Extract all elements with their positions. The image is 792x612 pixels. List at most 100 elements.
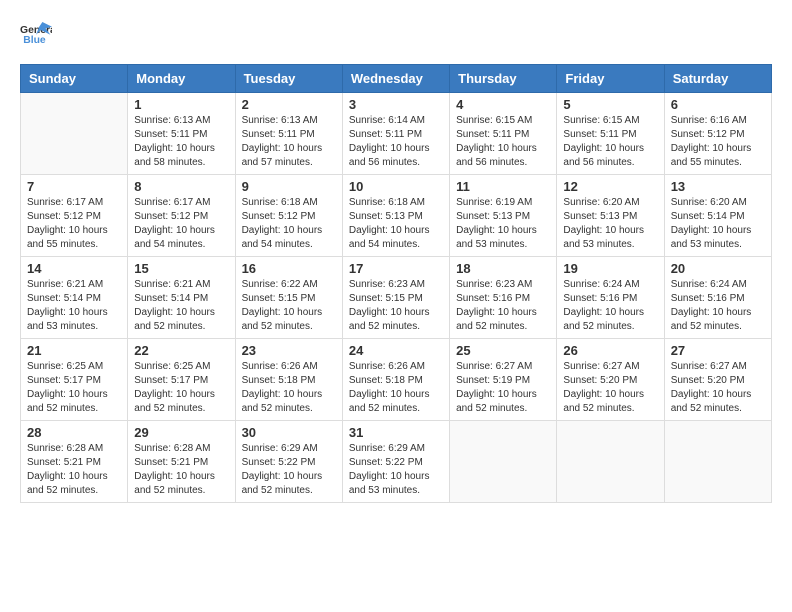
calendar-cell: 13 Sunrise: 6:20 AM Sunset: 5:14 PM Dayli… <box>664 175 771 257</box>
day-number: 25 <box>456 343 550 358</box>
week-row-5: 28 Sunrise: 6:28 AM Sunset: 5:21 PM Dayli… <box>21 421 772 503</box>
day-info: Sunrise: 6:13 AM Sunset: 5:11 PM Dayligh… <box>242 114 336 170</box>
calendar-cell: 30Sunrise: 6:29 AM Sunset: 5:22 PM Dayli… <box>235 421 342 503</box>
calendar-cell: 16Sunrise: 6:22 AM Sunset: 5:15 PM Dayli… <box>235 257 342 339</box>
calendar-cell: 27Sunrise: 6:27 AM Sunset: 5:20 PM Dayli… <box>664 339 771 421</box>
day-number: 24 <box>349 343 443 358</box>
day-header-thursday: Thursday <box>450 65 557 93</box>
logo-icon: General Blue <box>20 20 52 48</box>
day-number: 2 <box>242 97 336 112</box>
day-info: Sunrise: 6:24 AM Sunset: 5:16 PM Dayligh… <box>671 278 765 334</box>
calendar-cell: 20 Sunrise: 6:24 AM Sunset: 5:16 PM Dayli… <box>664 257 771 339</box>
calendar-body: 1Sunrise: 6:13 AM Sunset: 5:11 PM Daylig… <box>21 93 772 503</box>
header: General Blue <box>20 20 772 48</box>
week-row-1: 1Sunrise: 6:13 AM Sunset: 5:11 PM Daylig… <box>21 93 772 175</box>
calendar-cell: 11 Sunrise: 6:19 AM Sunset: 5:13 PM Dayli… <box>450 175 557 257</box>
day-number: 4 <box>456 97 550 112</box>
day-number: 10 <box>349 179 443 194</box>
day-header-saturday: Saturday <box>664 65 771 93</box>
day-number: 11 <box>456 179 550 194</box>
calendar-cell <box>557 421 664 503</box>
day-info: Sunrise: 6:26 AM Sunset: 5:18 PM Dayligh… <box>349 360 443 416</box>
day-header-sunday: Sunday <box>21 65 128 93</box>
day-info: Sunrise: 6:19 AM Sunset: 5:13 PM Dayligh… <box>456 196 550 252</box>
calendar-cell: 26 Sunrise: 6:27 AM Sunset: 5:20 PM Dayli… <box>557 339 664 421</box>
day-header-tuesday: Tuesday <box>235 65 342 93</box>
day-number: 31 <box>349 425 443 440</box>
calendar-cell: 5 Sunrise: 6:15 AM Sunset: 5:11 PM Daylig… <box>557 93 664 175</box>
calendar-cell: 17 Sunrise: 6:23 AM Sunset: 5:15 PM Dayli… <box>342 257 449 339</box>
day-info: Sunrise: 6:15 AM Sunset: 5:11 PM Dayligh… <box>456 114 550 170</box>
day-number: 15 <box>134 261 228 276</box>
day-number: 26 <box>563 343 657 358</box>
calendar-cell: 18Sunrise: 6:23 AM Sunset: 5:16 PM Dayli… <box>450 257 557 339</box>
day-number: 28 <box>27 425 121 440</box>
day-info: Sunrise: 6:29 AM Sunset: 5:22 PM Dayligh… <box>349 442 443 498</box>
day-info: Sunrise: 6:25 AM Sunset: 5:17 PM Dayligh… <box>134 360 228 416</box>
calendar-cell: 6 Sunrise: 6:16 AM Sunset: 5:12 PM Daylig… <box>664 93 771 175</box>
day-info: Sunrise: 6:22 AM Sunset: 5:15 PM Dayligh… <box>242 278 336 334</box>
calendar-cell: 31 Sunrise: 6:29 AM Sunset: 5:22 PM Dayli… <box>342 421 449 503</box>
day-number: 17 <box>349 261 443 276</box>
calendar-cell: 15 Sunrise: 6:21 AM Sunset: 5:14 PM Dayli… <box>128 257 235 339</box>
calendar-cell: 23 Sunrise: 6:26 AM Sunset: 5:18 PM Dayli… <box>235 339 342 421</box>
day-number: 22 <box>134 343 228 358</box>
day-info: Sunrise: 6:27 AM Sunset: 5:19 PM Dayligh… <box>456 360 550 416</box>
calendar: SundayMondayTuesdayWednesdayThursdayFrid… <box>20 64 772 503</box>
calendar-cell <box>664 421 771 503</box>
day-number: 27 <box>671 343 765 358</box>
svg-text:Blue: Blue <box>23 35 46 46</box>
week-row-3: 14 Sunrise: 6:21 AM Sunset: 5:14 PM Dayli… <box>21 257 772 339</box>
day-info: Sunrise: 6:14 AM Sunset: 5:11 PM Dayligh… <box>349 114 443 170</box>
logo: General Blue <box>20 20 52 48</box>
day-info: Sunrise: 6:18 AM Sunset: 5:12 PM Dayligh… <box>242 196 336 252</box>
calendar-cell: 3 Sunrise: 6:14 AM Sunset: 5:11 PM Daylig… <box>342 93 449 175</box>
day-number: 12 <box>563 179 657 194</box>
day-info: Sunrise: 6:28 AM Sunset: 5:21 PM Dayligh… <box>134 442 228 498</box>
day-number: 30 <box>242 425 336 440</box>
day-number: 29 <box>134 425 228 440</box>
days-header-row: SundayMondayTuesdayWednesdayThursdayFrid… <box>21 65 772 93</box>
day-info: Sunrise: 6:18 AM Sunset: 5:13 PM Dayligh… <box>349 196 443 252</box>
day-number: 5 <box>563 97 657 112</box>
calendar-cell: 14 Sunrise: 6:21 AM Sunset: 5:14 PM Dayli… <box>21 257 128 339</box>
calendar-cell: 28Sunrise: 6:28 AM Sunset: 5:21 PM Dayli… <box>21 421 128 503</box>
day-info: Sunrise: 6:26 AM Sunset: 5:18 PM Dayligh… <box>242 360 336 416</box>
calendar-cell: 4 Sunrise: 6:15 AM Sunset: 5:11 PM Daylig… <box>450 93 557 175</box>
day-info: Sunrise: 6:21 AM Sunset: 5:14 PM Dayligh… <box>134 278 228 334</box>
day-info: Sunrise: 6:13 AM Sunset: 5:11 PM Dayligh… <box>134 114 228 170</box>
calendar-cell: 2 Sunrise: 6:13 AM Sunset: 5:11 PM Daylig… <box>235 93 342 175</box>
calendar-cell: 24 Sunrise: 6:26 AM Sunset: 5:18 PM Dayli… <box>342 339 449 421</box>
calendar-cell <box>21 93 128 175</box>
day-number: 8 <box>134 179 228 194</box>
day-info: Sunrise: 6:21 AM Sunset: 5:14 PM Dayligh… <box>27 278 121 334</box>
day-number: 19 <box>563 261 657 276</box>
day-number: 20 <box>671 261 765 276</box>
day-header-monday: Monday <box>128 65 235 93</box>
day-info: Sunrise: 6:23 AM Sunset: 5:15 PM Dayligh… <box>349 278 443 334</box>
day-info: Sunrise: 6:15 AM Sunset: 5:11 PM Dayligh… <box>563 114 657 170</box>
calendar-cell <box>450 421 557 503</box>
calendar-cell: 29 Sunrise: 6:28 AM Sunset: 5:21 PM Dayli… <box>128 421 235 503</box>
day-info: Sunrise: 6:20 AM Sunset: 5:14 PM Dayligh… <box>671 196 765 252</box>
day-number: 3 <box>349 97 443 112</box>
day-info: Sunrise: 6:25 AM Sunset: 5:17 PM Dayligh… <box>27 360 121 416</box>
day-number: 14 <box>27 261 121 276</box>
calendar-cell: 22 Sunrise: 6:25 AM Sunset: 5:17 PM Dayli… <box>128 339 235 421</box>
day-info: Sunrise: 6:16 AM Sunset: 5:12 PM Dayligh… <box>671 114 765 170</box>
day-header-wednesday: Wednesday <box>342 65 449 93</box>
calendar-cell: 1Sunrise: 6:13 AM Sunset: 5:11 PM Daylig… <box>128 93 235 175</box>
calendar-cell: 9Sunrise: 6:18 AM Sunset: 5:12 PM Daylig… <box>235 175 342 257</box>
calendar-cell: 10 Sunrise: 6:18 AM Sunset: 5:13 PM Dayli… <box>342 175 449 257</box>
calendar-cell: 12Sunrise: 6:20 AM Sunset: 5:13 PM Dayli… <box>557 175 664 257</box>
day-number: 13 <box>671 179 765 194</box>
day-info: Sunrise: 6:23 AM Sunset: 5:16 PM Dayligh… <box>456 278 550 334</box>
day-number: 6 <box>671 97 765 112</box>
day-number: 23 <box>242 343 336 358</box>
calendar-cell: 21Sunrise: 6:25 AM Sunset: 5:17 PM Dayli… <box>21 339 128 421</box>
day-info: Sunrise: 6:27 AM Sunset: 5:20 PM Dayligh… <box>563 360 657 416</box>
calendar-cell: 19 Sunrise: 6:24 AM Sunset: 5:16 PM Dayli… <box>557 257 664 339</box>
week-row-2: 7Sunrise: 6:17 AM Sunset: 5:12 PM Daylig… <box>21 175 772 257</box>
calendar-cell: 7Sunrise: 6:17 AM Sunset: 5:12 PM Daylig… <box>21 175 128 257</box>
day-info: Sunrise: 6:24 AM Sunset: 5:16 PM Dayligh… <box>563 278 657 334</box>
